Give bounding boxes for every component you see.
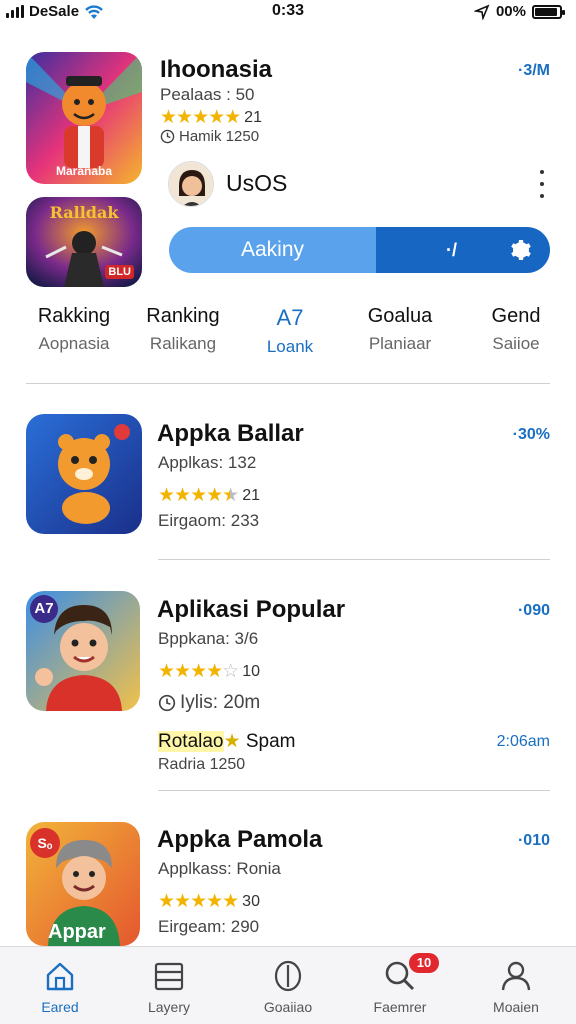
gear-icon[interactable] <box>508 238 532 262</box>
nav-item-eared[interactable]: Eared <box>15 959 105 1015</box>
app-icon-3[interactable]: Sₒ Appar <box>26 822 140 946</box>
featured-app-icon-1[interactable]: Maranaba <box>26 52 142 184</box>
app-price[interactable]: ·30% <box>513 426 550 444</box>
tab-sub: Loank <box>266 337 314 356</box>
tab-label: Goalua <box>367 305 433 327</box>
tab-sub: Aopnasia <box>38 334 110 353</box>
tab-a7[interactable]: A7 Loank <box>235 305 345 357</box>
app-subtitle: Applkass: Ronia <box>158 859 281 878</box>
promo-label-a: Rotalao <box>158 731 224 752</box>
tab-label: Rakking <box>37 305 111 327</box>
status-bar: DeSale 0:33 00% <box>0 0 576 24</box>
app-title[interactable]: Appka Pamola <box>157 826 322 854</box>
row-divider <box>158 790 550 791</box>
app-price[interactable]: ·010 <box>518 832 550 850</box>
app-meta: Eirgaom: 233 <box>158 511 260 530</box>
nav-label: Moaien <box>493 999 539 1015</box>
bottom-navigation: Eared Layery Goaiiao 10 Faemrer Moaien <box>0 946 576 1024</box>
secondary-action-button[interactable]: ·/ <box>376 227 550 273</box>
app-meta: Iylis: 20m <box>158 692 260 714</box>
user-icon <box>501 961 531 991</box>
promo-label[interactable]: Rotalao★ Spam <box>158 730 295 753</box>
tab-sub: Planiaar <box>368 334 432 353</box>
tab-gend[interactable]: Gend Saiioe <box>461 305 571 354</box>
rating-count: 30 <box>242 892 260 910</box>
featured-subtitle: Pealaas : 50 <box>160 85 255 104</box>
nav-label: Eared <box>41 999 79 1015</box>
tab-goalua[interactable]: Goalua Planiaar <box>345 305 455 354</box>
home-icon <box>46 962 74 991</box>
featured-icon-2-caption: Ralldak <box>49 203 119 222</box>
tab-label: A7 <box>276 305 304 330</box>
nav-label: Layery <box>147 999 191 1015</box>
app-rating: ★★★★☆ 10 <box>158 660 260 683</box>
clock-icon <box>160 129 175 144</box>
featured-meta-text: Hamik 1250 <box>179 128 260 145</box>
rating-count: 21 <box>242 486 260 504</box>
tab-label: Gend <box>491 305 541 327</box>
star-rating: ★★★★☆ <box>158 661 239 682</box>
tab-rakking[interactable]: Rakking Aopnasia <box>19 305 129 354</box>
tab-ranking[interactable]: Ranking Ralikang <box>128 305 238 354</box>
app-icon-tag: Sₒ <box>30 828 60 858</box>
featured-app-icon-2[interactable]: Ralldak BLU <box>26 197 142 287</box>
app-icon-2[interactable]: A7 <box>26 591 140 711</box>
star-rating: ★★★★★ <box>160 107 241 128</box>
nav-item-moaien[interactable]: Moaien <box>471 959 561 1015</box>
row-divider <box>158 559 550 560</box>
promo-time: 2:06am <box>496 733 550 750</box>
battery-percent: 00% <box>495 3 526 20</box>
app-meta-text: Iylis: 20m <box>180 692 261 713</box>
nav-item-faemrer[interactable]: 10 Faemrer <box>355 953 445 1015</box>
tab-sub: Saiioe <box>492 334 540 353</box>
app-title[interactable]: Aplikasi Popular <box>157 596 345 624</box>
promo-star-icon: ★ <box>223 731 241 752</box>
battery-icon <box>532 4 565 19</box>
app-price[interactable]: ·090 <box>518 602 550 620</box>
app-badge: A7 <box>30 595 58 623</box>
tabs-divider <box>26 383 550 384</box>
more-options-icon[interactable] <box>532 170 552 198</box>
star-rating: ★★★★★ <box>158 891 239 912</box>
app-subtitle: Bppkana: 3/6 <box>158 629 259 648</box>
app-meta: Eirgeam: 290 <box>158 917 260 936</box>
tab-label: Ranking <box>146 305 220 327</box>
featured-meta: Hamik 1250 <box>160 128 259 145</box>
profile-name[interactable]: UsOS <box>226 170 287 197</box>
rating-count: 21 <box>244 108 262 126</box>
app-icon-caption: Appar <box>48 921 106 943</box>
battery-level <box>535 7 557 16</box>
notification-badge: 10 <box>409 953 439 973</box>
featured-price[interactable]: ·3/M <box>518 62 550 80</box>
star-rating: ★★★★★ <box>158 485 239 506</box>
secondary-action-label: ·/ <box>446 239 457 260</box>
featured-icon-2-sub: BLU <box>105 265 134 279</box>
rating-count: 10 <box>242 662 260 680</box>
promo-label-b: Spam <box>245 731 296 752</box>
app-subtitle: Applkas: 132 <box>158 453 257 472</box>
nav-item-layery[interactable]: Layery <box>124 959 214 1015</box>
tab-sub: Ralikang <box>149 334 217 353</box>
app-rating: ★★★★★ 30 <box>158 890 260 913</box>
app-rating: ★★★★★ 21 <box>158 484 260 507</box>
clock-icon <box>158 694 176 712</box>
status-right: 00% <box>473 3 565 20</box>
app-title[interactable]: Appka Ballar <box>157 420 304 448</box>
nav-label: Goaiiao <box>263 999 313 1015</box>
shield-icon <box>274 960 302 992</box>
location-icon <box>473 4 490 20</box>
featured-title[interactable]: Ihoonasia <box>160 56 272 84</box>
primary-action-button[interactable]: Aakiny <box>169 227 376 273</box>
promo-sub: Radria 1250 <box>158 756 246 773</box>
avatar[interactable] <box>168 161 214 207</box>
action-pill: Aakiny ·/ <box>169 227 550 273</box>
featured-icon-1-caption: Maranaba <box>55 164 113 178</box>
featured-rating: ★★★★★ 21 <box>160 106 262 129</box>
nav-label: Faemrer <box>373 999 427 1015</box>
nav-item-goaiiao[interactable]: Goaiiao <box>243 959 333 1015</box>
app-icon-1[interactable] <box>26 414 142 534</box>
layers-icon <box>154 962 184 991</box>
